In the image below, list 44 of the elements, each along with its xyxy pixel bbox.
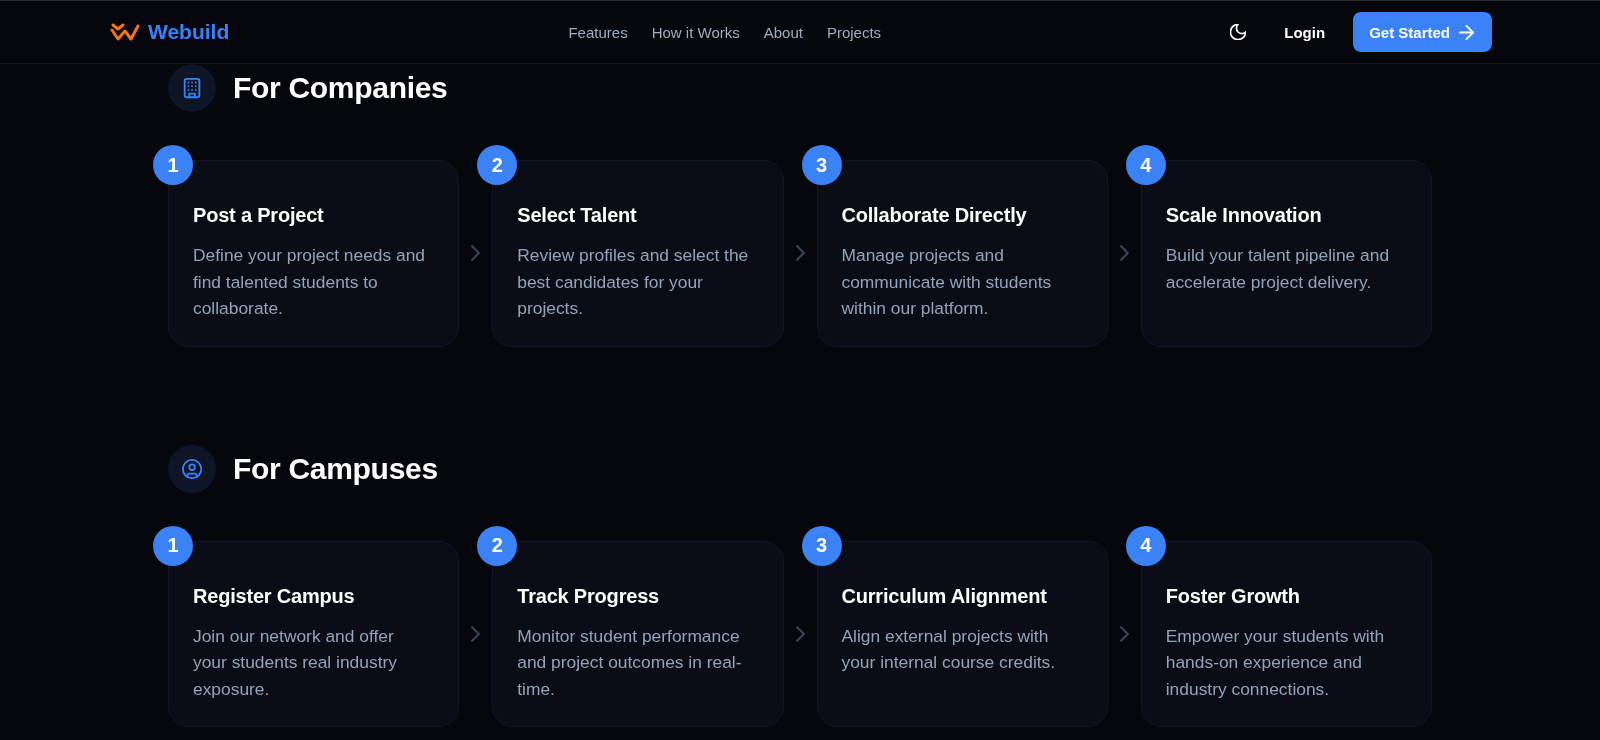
chevron-right-icon (471, 625, 481, 642)
nav-link[interactable]: About (763, 23, 803, 41)
chevron-right-icon (1119, 245, 1129, 262)
step-description: Monitor student performance and project outcomes in real-time. (517, 624, 743, 701)
moon-icon (1230, 24, 1247, 40)
step-number-badge: 3 (801, 525, 842, 566)
step-description: Manage projects and communicate with students within our platform. (841, 244, 1053, 320)
brand-link[interactable]: Webuild (108, 20, 230, 44)
login-button[interactable]: Login (1266, 12, 1344, 52)
section-heading: For Companies (233, 71, 448, 105)
step-number-badge: 1 (153, 145, 193, 185)
chevron-right-icon (1119, 625, 1129, 642)
chevron-right-icon (471, 245, 481, 262)
step-title: Curriculum Alignment (841, 583, 1048, 609)
step-description: Build your talent pipeline and accelerate project delivery. (1165, 244, 1391, 294)
zigzag-logo-icon (110, 22, 140, 42)
user-circle-icon (168, 444, 216, 493)
nav-link[interactable]: How it Works (651, 23, 740, 41)
step-title: Select Talent (517, 203, 638, 228)
step-description: Define your project needs and find talented students to collaborate. (193, 244, 426, 320)
step-description: Empower your students with hands-on experience and industry connections. (1165, 624, 1386, 701)
step-number-badge: 4 (1125, 145, 1166, 185)
step-title: Post a Project (193, 203, 325, 228)
arrow-right-icon (1459, 24, 1474, 40)
step-number-badge: 2 (477, 525, 518, 566)
step-number-badge: 1 (153, 525, 193, 566)
step-description: Join our network and offer your students real industry exposure. (193, 624, 398, 701)
chevron-right-icon (795, 245, 805, 262)
step-description: Align external projects with your internal course credits. (841, 624, 1057, 674)
building-icon (168, 64, 216, 112)
step-description: Review profiles and select the best candidates for your projects. (517, 244, 750, 320)
step-number-badge: 4 (1125, 525, 1166, 566)
get-started-button[interactable]: Get Started (1353, 12, 1492, 52)
step-title: Collaborate Directly (841, 203, 1028, 228)
section-heading: For Campuses (233, 451, 438, 486)
step-title: Foster Growth (1165, 583, 1301, 609)
step-title: Scale Innovation (1165, 203, 1323, 228)
step-number-badge: 2 (477, 145, 518, 185)
step-title: Register Campus (193, 583, 356, 609)
chevron-right-icon (795, 625, 805, 642)
step-title: Track Progress (517, 583, 660, 609)
nav-link[interactable]: Features (568, 23, 628, 41)
step-number-badge: 3 (801, 145, 842, 185)
nav-link[interactable]: Projects (826, 23, 882, 41)
